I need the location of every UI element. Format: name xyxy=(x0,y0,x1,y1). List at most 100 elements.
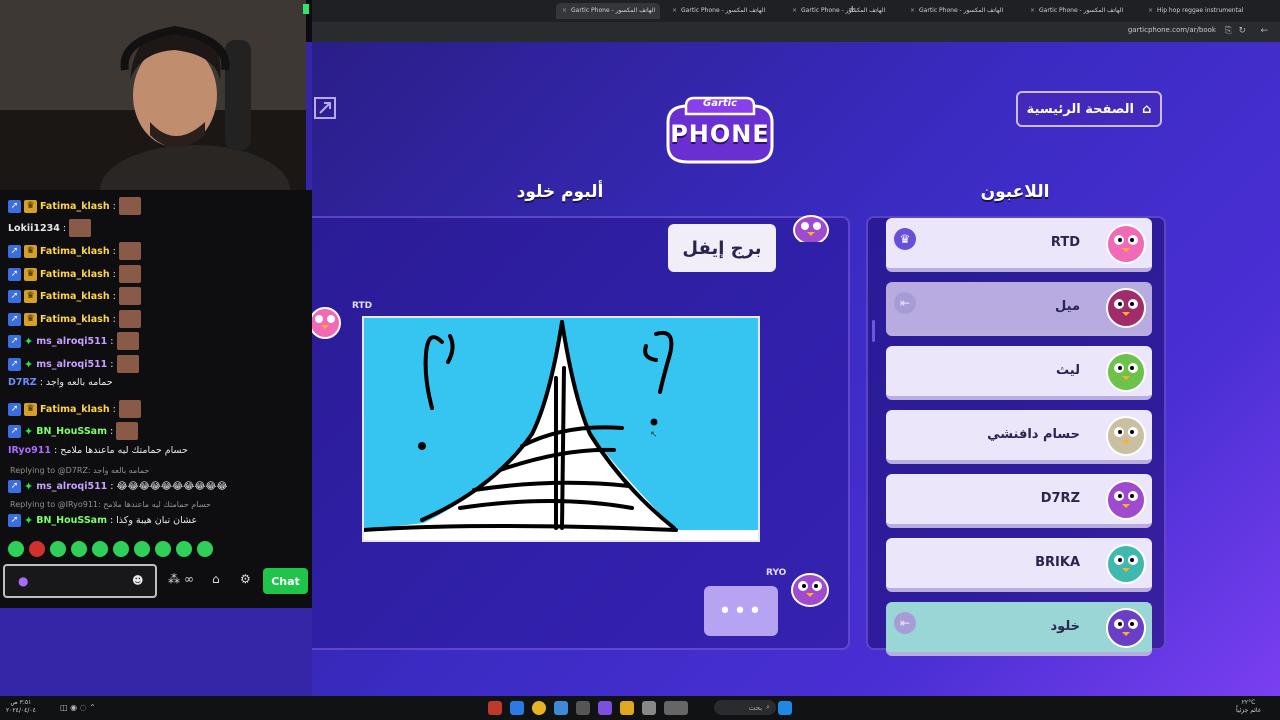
microphone-icon[interactable]: ● xyxy=(18,574,28,588)
game-background-lower-left xyxy=(0,608,312,696)
chat-username[interactable]: Lokii1234 xyxy=(8,223,60,234)
home-button[interactable]: الصفحة الرئيسية ⌂ xyxy=(1016,91,1162,127)
player-avatar xyxy=(1106,480,1146,520)
close-tab-icon[interactable]: × xyxy=(562,7,567,14)
chat-username[interactable]: IRyo911 xyxy=(8,445,51,456)
chat-username[interactable]: Fatima_klash xyxy=(40,269,110,280)
app-icon[interactable] xyxy=(576,701,590,715)
chat-send-button[interactable]: Chat xyxy=(263,568,308,594)
store-icon[interactable]: ⌂ xyxy=(212,572,220,586)
emote-icon[interactable] xyxy=(176,541,192,557)
reload-icon[interactable]: ↻ xyxy=(1238,26,1246,36)
star-badge-icon: ✦ xyxy=(24,514,34,527)
chrome-icon[interactable] xyxy=(532,701,546,715)
players-list: ♛ RTD ⇤ ميل ليث حسام دافنشي D7RZ BRIKA ⇤ خلود xyxy=(866,216,1166,656)
taskbar-search[interactable]: بحث ⌕ xyxy=(714,700,776,715)
app-icon[interactable] xyxy=(554,701,568,715)
search-icon: ⌕ xyxy=(766,703,770,711)
folder-icon[interactable] xyxy=(620,701,634,715)
star-badge-icon: ✦ xyxy=(24,480,34,493)
emote-image xyxy=(118,287,141,305)
chat-username[interactable]: BN_HouSSam xyxy=(36,426,107,437)
player-avatar xyxy=(1106,288,1146,328)
emote-icon[interactable] xyxy=(50,541,66,557)
app-icon[interactable] xyxy=(642,701,656,715)
chat-username[interactable]: Fatima_klash xyxy=(40,201,110,212)
emote-icon[interactable] xyxy=(8,541,24,557)
tray-icons[interactable]: ◫ ◉ ◌ ⌃ xyxy=(60,703,96,712)
points-icon[interactable]: ∞ xyxy=(184,572,194,586)
drawing-canvas xyxy=(362,316,760,542)
emote-image xyxy=(118,242,141,260)
close-tab-icon[interactable]: × xyxy=(672,7,677,14)
emote-image xyxy=(118,197,141,215)
chat-separator: : xyxy=(110,358,114,370)
bits-icon[interactable]: ⁂ xyxy=(168,572,180,586)
close-tab-icon[interactable]: × xyxy=(1030,7,1035,14)
mouse-cursor-icon: ↖ xyxy=(650,430,658,440)
back-icon[interactable]: ← xyxy=(1260,26,1268,36)
close-tab-icon[interactable]: × xyxy=(792,7,797,14)
browser-tab[interactable]: × Gartic Phone - الهاتف المكسور xyxy=(672,3,776,19)
player-row: ليث xyxy=(886,346,1152,400)
chat-message: ➚ ♛ Fatima_klash: xyxy=(8,287,141,305)
browser-tab[interactable]: × Gartic Phone - الهاتف المكسور xyxy=(792,3,896,19)
vip-badge-icon: ♛ xyxy=(24,244,37,258)
emote-bar[interactable] xyxy=(8,541,218,559)
home-button-label: الصفحة الرئيسية xyxy=(1026,101,1134,117)
prime-badge-icon: ➚ xyxy=(8,402,21,416)
taskbar-weather[interactable]: ٢٢°C غائم جزئياً xyxy=(1236,699,1261,715)
address-bar[interactable]: garticphone.com/ar/book ⎘ ↻ ← xyxy=(312,22,1280,42)
app-icon[interactable] xyxy=(510,701,524,715)
browser-tab[interactable]: × Hip hop reggae instrumental xyxy=(1148,3,1268,19)
emote-icon[interactable] xyxy=(197,541,213,557)
emote-icon[interactable] xyxy=(155,541,171,557)
chat-message: ➚ ✦ ms_alroqi511: 😂😂😂😂😂😂😂😂😂😂 xyxy=(8,480,228,493)
emote-icon[interactable] xyxy=(134,541,150,557)
browser-tab[interactable]: × Gartic Phone - الهاتف المكسور xyxy=(910,3,1014,19)
emoji-picker-icon[interactable]: ☻ xyxy=(132,574,143,587)
chat-username[interactable]: ms_alroqi511 xyxy=(36,359,107,370)
chat-username[interactable]: ms_alroqi511 xyxy=(36,481,107,492)
player-name: خلود xyxy=(1050,619,1081,634)
prime-badge-icon: ➚ xyxy=(8,312,21,326)
app-icon[interactable] xyxy=(598,701,612,715)
chat-separator: : xyxy=(112,245,116,257)
chat-username[interactable]: Fatima_klash xyxy=(40,404,110,415)
chat-username[interactable]: BN_HouSSam xyxy=(36,515,107,526)
player-row: ♛ RTD xyxy=(886,218,1152,272)
url-text[interactable]: garticphone.com/ar/book xyxy=(1128,26,1216,34)
emote-icon[interactable] xyxy=(29,541,45,557)
weather-desc: غائم جزئياً xyxy=(1236,707,1261,714)
chat-message: ➚ ♛ Fatima_klash: xyxy=(8,265,141,283)
app-icon[interactable] xyxy=(488,701,502,715)
close-tab-icon[interactable]: × xyxy=(910,7,915,14)
left-game-icon: ⇤ xyxy=(894,292,916,314)
emote-icon[interactable] xyxy=(71,541,87,557)
fullscreen-icon[interactable] xyxy=(314,97,336,119)
windows-start-icon[interactable] xyxy=(778,701,792,715)
player-avatar xyxy=(1106,608,1146,648)
chat-username[interactable]: D7RZ xyxy=(8,377,37,388)
app-icon[interactable] xyxy=(664,701,688,715)
emote-image xyxy=(116,355,139,373)
tab-label: Gartic Phone - الهاتف المكسور xyxy=(571,7,656,14)
browser-tab[interactable]: × Gartic Phone - الهاتف المكسور xyxy=(1030,3,1134,19)
taskbar-clock[interactable]: ٣:٥١ ص ٢٠٢٤/٠٤/٠٤ xyxy=(6,699,36,715)
translate-icon[interactable]: ⎘ xyxy=(1225,26,1232,36)
emote-image xyxy=(118,310,141,328)
chat-message: ➚ ✦ BN_HouSSam: عشان تبان هيبة وكذا xyxy=(8,514,197,527)
settings-gear-icon[interactable]: ⚙ xyxy=(240,572,251,586)
chat-username[interactable]: Fatima_klash xyxy=(40,291,110,302)
close-tab-icon[interactable]: × xyxy=(1148,7,1153,14)
chat-message: ➚ ✦ ms_alroqi511: xyxy=(8,355,139,373)
player-name: BRIKA xyxy=(1035,555,1080,570)
emote-image xyxy=(116,332,139,350)
browser-tab[interactable]: × Gartic Phone - الهاتف المكسور xyxy=(556,3,660,19)
chat-username[interactable]: Fatima_klash xyxy=(40,246,110,257)
chat-username[interactable]: ms_alroqi511 xyxy=(36,336,107,347)
emote-icon[interactable] xyxy=(92,541,108,557)
chat-message: ➚ ✦ BN_HouSSam: xyxy=(8,422,139,440)
chat-username[interactable]: Fatima_klash xyxy=(40,314,110,325)
emote-icon[interactable] xyxy=(113,541,129,557)
